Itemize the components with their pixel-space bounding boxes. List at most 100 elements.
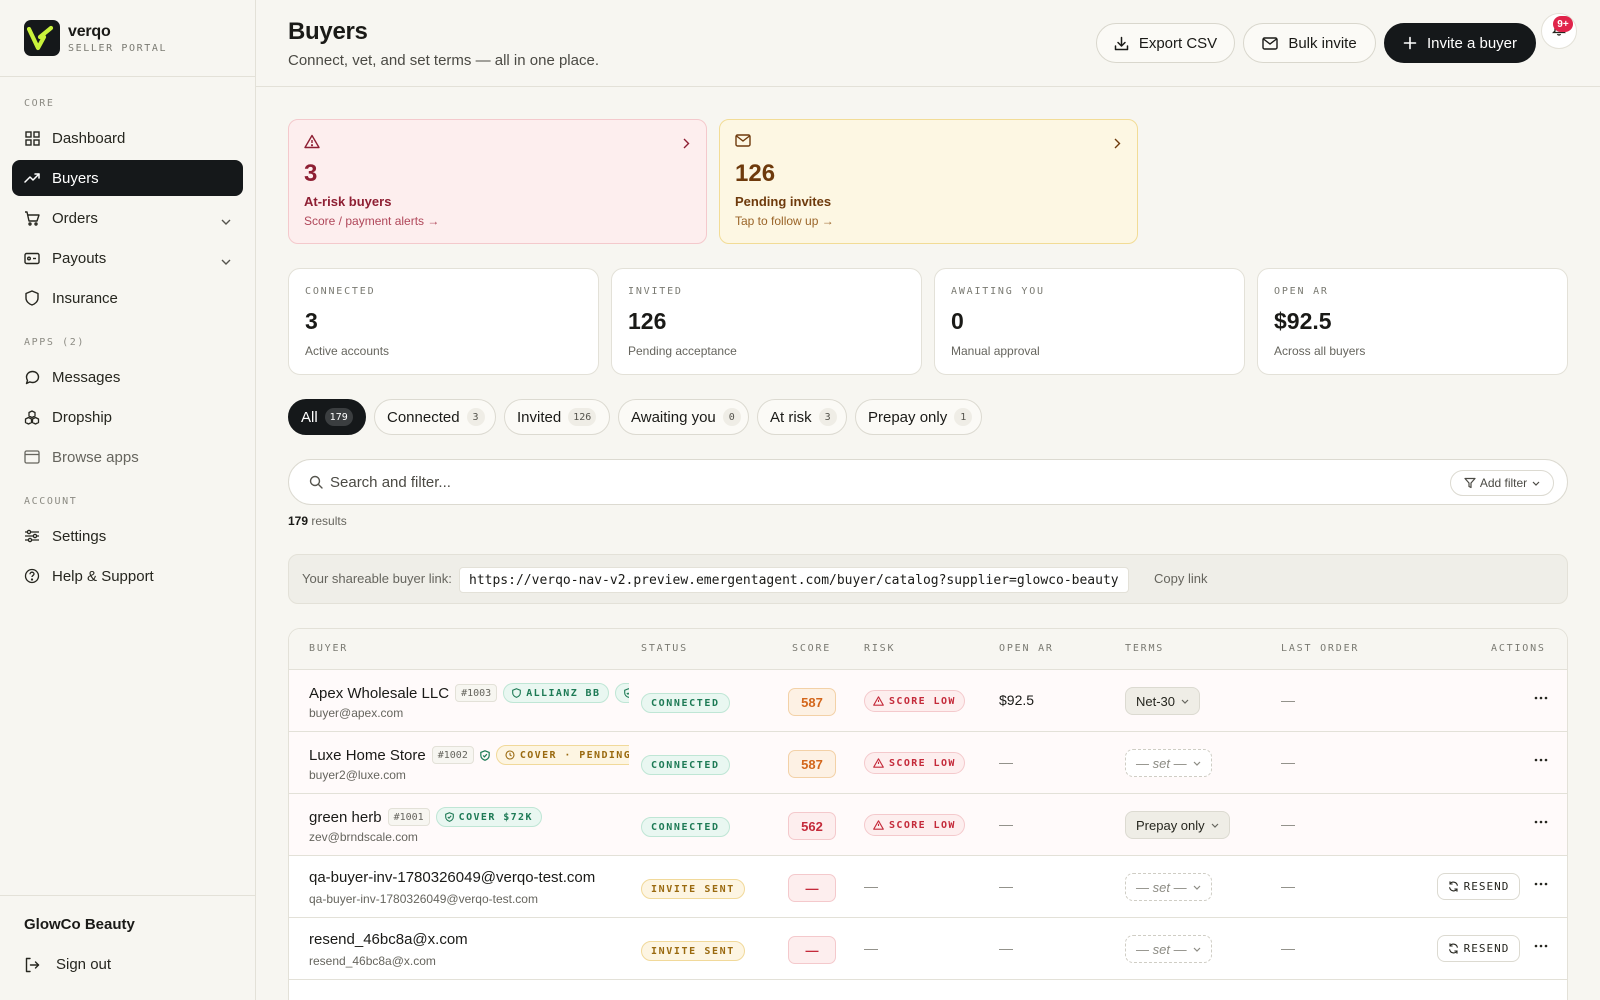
warning-icon <box>873 820 884 830</box>
chevron-down-icon[interactable] <box>221 212 231 229</box>
results-count: 179 results <box>288 514 347 528</box>
warning-icon <box>873 696 884 706</box>
tab-connected[interactable]: Connected 3 <box>374 399 496 435</box>
pending-invites-alert-card[interactable]: 126 Pending invites Tap to follow up → <box>719 119 1138 244</box>
verqo-logo <box>24 20 60 56</box>
table-row[interactable]: Luxe Home Store #1002 COVER · PENDING bu… <box>289 732 1567 794</box>
sidebar-item-buyers[interactable]: Buyers <box>12 160 243 196</box>
stat-card-invited: INVITED 126 Pending acceptance <box>611 268 922 375</box>
terms-dropdown[interactable]: — set — <box>1125 749 1212 777</box>
terms-dropdown[interactable]: Net-30 <box>1125 687 1201 715</box>
score-badge: 587 <box>788 750 836 778</box>
invite-buyer-label: Invite a buyer <box>1426 34 1518 52</box>
results-number: 179 <box>288 514 309 528</box>
buyer-name[interactable]: qa-buyer-inv-1780326049@verqo-test.com <box>309 869 595 886</box>
column-header-last-order[interactable]: LAST ORDER <box>1281 643 1359 654</box>
nav-section-apps: APPS (2) <box>24 337 85 348</box>
table-row[interactable]: qa-buyer-inv-1780326049@verqo-test.com q… <box>289 856 1567 918</box>
table-row[interactable]: green herb #1001 COVER $72K zev@brndscal… <box>289 794 1567 856</box>
mail-icon <box>735 134 751 152</box>
results-label: results <box>311 514 347 528</box>
resend-button[interactable]: RESEND <box>1437 873 1520 900</box>
buyer-name[interactable]: green herb <box>309 809 382 826</box>
sidebar-item-browse-apps[interactable]: Browse apps <box>12 439 243 475</box>
table-row[interactable]: resend_46bc8a@x.com resend_46bc8a@x.com … <box>289 918 1567 980</box>
column-header-score[interactable]: SCORE <box>792 643 831 654</box>
organization-name: GlowCo Beauty <box>24 916 135 933</box>
buyer-name-cell: resend_46bc8a@x.com <box>309 931 629 948</box>
tab-prepay-only[interactable]: Prepay only 1 <box>855 399 982 435</box>
sidebar-item-insurance[interactable]: Insurance <box>12 280 243 316</box>
sidebar-item-label: Dashboard <box>52 129 126 147</box>
tab-invited[interactable]: Invited 126 <box>504 399 610 435</box>
sidebar-item-orders[interactable]: Orders <box>12 200 243 236</box>
buyer-name[interactable]: resend_46bc8a@x.com <box>309 931 468 948</box>
search-bar[interactable]: Search and filter... Add filter <box>288 459 1568 505</box>
sidebar-item-payouts[interactable]: Payouts <box>12 240 243 276</box>
column-header-open-ar[interactable]: OPEN AR <box>999 643 1054 654</box>
wallet-icon <box>24 250 40 266</box>
more-actions-icon[interactable] <box>1534 820 1548 824</box>
shield-icon <box>512 688 522 698</box>
risk-badge: SCORE LOW <box>864 752 965 774</box>
tab-awaiting-you[interactable]: Awaiting you 0 <box>618 399 749 435</box>
column-header-status[interactable]: STATUS <box>641 643 688 654</box>
chevron-right-icon <box>683 136 690 154</box>
at-risk-link[interactable]: Score / payment alerts → <box>304 214 439 228</box>
terms-dropdown[interactable]: — set — <box>1125 873 1212 901</box>
sidebar: verqo SELLER PORTAL CORE Dashboard Buyer… <box>0 0 256 1000</box>
chevron-right-icon <box>1114 136 1121 154</box>
buyer-name[interactable]: Luxe Home Store <box>309 747 426 764</box>
resend-button[interactable]: RESEND <box>1437 935 1520 962</box>
export-csv-button[interactable]: Export CSV <box>1096 23 1235 63</box>
pending-invites-count: 126 <box>735 160 776 187</box>
more-actions-icon[interactable] <box>1534 882 1548 886</box>
shield-icon <box>24 290 40 306</box>
buyer-name-cell: Luxe Home Store #1002 COVER · PENDING <box>309 745 629 765</box>
stat-subtitle: Across all buyers <box>1274 344 1366 358</box>
buyer-email: buyer@apex.com <box>309 706 404 720</box>
shield-check-icon <box>624 688 629 698</box>
nav-section-core: CORE <box>24 98 55 109</box>
add-filter-label: Add filter <box>1479 476 1528 490</box>
sidebar-item-messages[interactable]: Messages <box>12 359 243 395</box>
page-title: Buyers <box>288 18 368 45</box>
tab-all[interactable]: All 179 <box>288 399 366 435</box>
brand-name: verqo <box>68 22 111 40</box>
more-actions-icon[interactable] <box>1534 758 1548 762</box>
add-filter-button[interactable]: Add filter <box>1450 470 1554 496</box>
stat-card-awaiting: AWAITING YOU 0 Manual approval <box>934 268 1245 375</box>
resend-label: RESEND <box>1463 880 1510 893</box>
more-actions-icon[interactable] <box>1534 944 1548 948</box>
share-link-label: Your shareable buyer link: <box>302 571 452 586</box>
stat-subtitle: Manual approval <box>951 344 1040 358</box>
column-header-buyer[interactable]: BUYER <box>309 643 348 654</box>
sidebar-item-settings[interactable]: Settings <box>12 518 243 554</box>
column-header-risk[interactable]: RISK <box>864 643 895 654</box>
invite-buyer-button[interactable]: Invite a buyer <box>1384 23 1536 63</box>
terms-dropdown[interactable]: Prepay only <box>1125 811 1230 839</box>
notification-count-badge: 9+ <box>1553 16 1573 32</box>
table-row[interactable]: Apex Wholesale LLC #1003 ALLIANZ BB C bu… <box>289 670 1567 732</box>
chevron-down-icon <box>1193 947 1201 952</box>
tab-count: 3 <box>818 408 837 426</box>
tab-at-risk[interactable]: At risk 3 <box>757 399 847 435</box>
buyer-name[interactable]: Apex Wholesale LLC <box>309 685 449 702</box>
pending-invites-link[interactable]: Tap to follow up → <box>735 214 834 228</box>
sidebar-item-dashboard[interactable]: Dashboard <box>12 120 243 156</box>
chevron-down-icon[interactable] <box>221 252 231 269</box>
search-input[interactable]: Search and filter... <box>330 474 451 491</box>
copy-link-button[interactable]: Copy link <box>1154 571 1207 586</box>
sidebar-item-dropship[interactable]: Dropship <box>12 399 243 435</box>
sidebar-item-help[interactable]: Help & Support <box>12 558 243 594</box>
bulk-invite-button[interactable]: Bulk invite <box>1243 23 1376 63</box>
more-actions-icon[interactable] <box>1534 696 1548 700</box>
at-risk-alert-card[interactable]: 3 At-risk buyers Score / payment alerts … <box>288 119 707 244</box>
share-link-url[interactable]: https://verqo-nav-v2.preview.emergentage… <box>459 567 1129 593</box>
brand[interactable]: verqo SELLER PORTAL <box>0 0 255 77</box>
terms-dropdown[interactable]: — set — <box>1125 935 1212 963</box>
status-badge: CONNECTED <box>641 755 730 775</box>
sign-out-button[interactable]: Sign out <box>24 956 111 973</box>
column-header-terms[interactable]: TERMS <box>1125 643 1164 654</box>
buyer-id: #1001 <box>387 808 430 826</box>
